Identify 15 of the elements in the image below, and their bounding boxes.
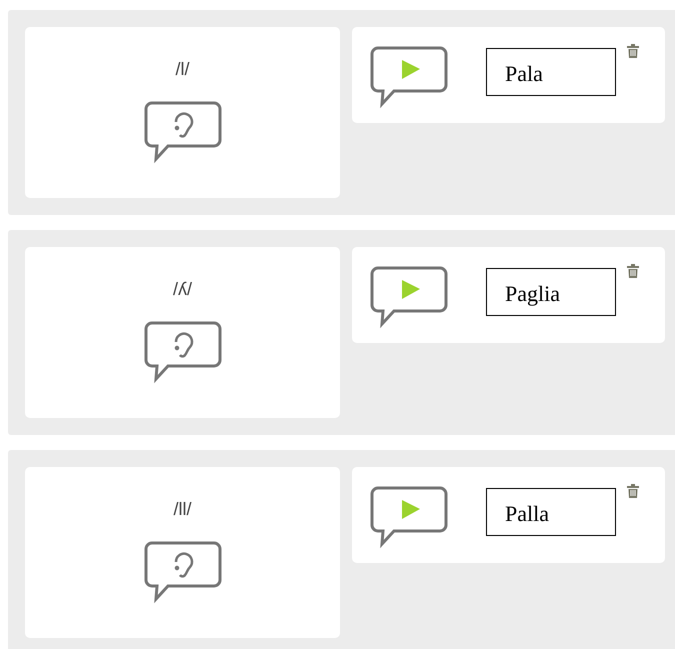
trash-icon[interactable] xyxy=(627,44,639,58)
ear-bubble-icon[interactable] xyxy=(144,100,222,164)
ear-bubble-icon[interactable] xyxy=(144,540,222,604)
word-field[interactable]: Paglia xyxy=(486,268,616,316)
word-field[interactable]: Palla xyxy=(486,488,616,536)
trash-icon[interactable] xyxy=(627,264,639,278)
play-bubble-icon[interactable] xyxy=(370,265,448,329)
phoneme-label: /ʎ/ xyxy=(172,279,192,300)
ear-bubble-icon[interactable] xyxy=(144,320,222,384)
play-bubble-icon[interactable] xyxy=(370,485,448,549)
phoneme-label: /l/ xyxy=(175,59,190,80)
phoneme-label: /ll/ xyxy=(174,499,192,520)
play-bubble-icon[interactable] xyxy=(370,45,448,109)
word-field[interactable]: Pala xyxy=(486,48,616,96)
trash-icon[interactable] xyxy=(627,484,639,498)
